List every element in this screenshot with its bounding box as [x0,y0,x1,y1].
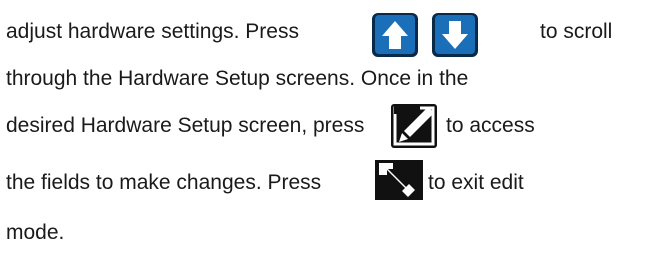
line3-text-before: desired Hardware Setup screen, press [6,114,365,137]
text-line-3-end: to access [446,114,535,138]
text-line-5: mode. [6,221,64,245]
text-line-3: desired Hardware Setup screen, press [6,114,364,138]
text-line-4: the fields to make changes. Press [6,171,321,195]
edit-mode-key-icon [390,103,438,149]
line2-text: through the Hardware Setup screens. Once… [6,67,469,90]
text-line-1-end: to scroll [540,20,612,44]
line1-text-after: to scroll [540,20,613,43]
arrow-up-key-icon [371,12,419,58]
text-line-2: through the Hardware Setup screens. Once… [6,67,468,91]
arrow-down-key-icon [431,12,479,58]
line4-text-after: to exit edit [428,171,524,194]
line3-text-after: to access [446,114,535,137]
text-line-1: adjust hardware settings. Press [6,20,299,44]
line1-text-before: adjust hardware settings. Press [6,20,299,43]
line5-text: mode. [6,221,65,244]
text-line-4-end: to exit edit [428,171,524,195]
line4-text-before: the fields to make changes. Press [6,171,322,194]
exit-edit-key-icon [375,160,423,200]
